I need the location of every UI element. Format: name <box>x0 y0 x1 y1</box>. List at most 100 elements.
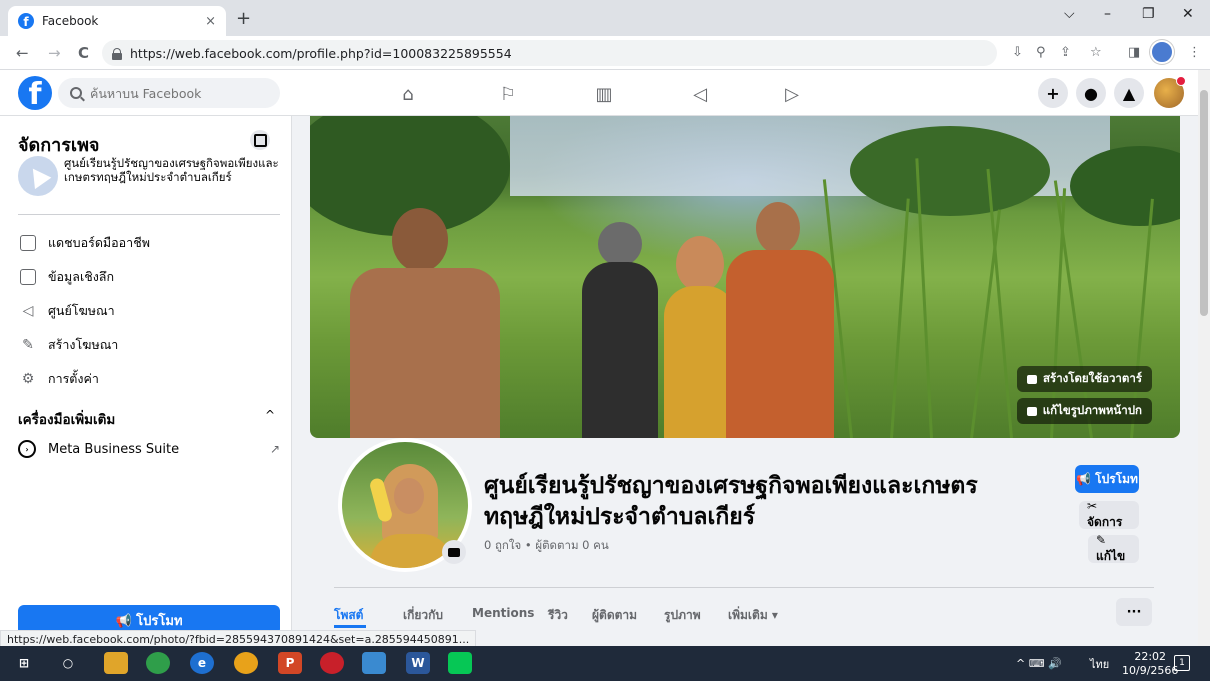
tab-about[interactable]: เกี่ยวกับ <box>403 606 443 625</box>
sidebar-item-label: ข้อมูลเชิงลึก <box>48 269 115 284</box>
facebook-search[interactable] <box>58 78 280 108</box>
corn-stalk <box>890 198 910 438</box>
person-farmer <box>330 208 510 438</box>
word-icon[interactable]: W <box>406 652 430 674</box>
tab-reviews[interactable]: รีวิว <box>548 606 568 625</box>
sidebar-item-ad-center[interactable]: ◁ ศูนย์โฆษณา <box>18 296 280 326</box>
manage-button[interactable]: ✂ จัดการ <box>1079 499 1139 529</box>
new-tab-button[interactable]: + <box>236 8 251 29</box>
search-icon[interactable]: ○ <box>56 652 80 674</box>
sidebar-item-create-ad[interactable]: ✎ สร้างโฆษณา <box>18 330 280 360</box>
video-nav-icon[interactable]: ▷ <box>780 82 804 106</box>
close-window-button[interactable]: ✕ <box>1182 6 1194 22</box>
clock-time: 22:02 <box>1134 650 1167 663</box>
file-explorer-icon[interactable] <box>104 652 128 674</box>
system-tray[interactable]: ^ ⌨ 🔊 <box>1016 646 1062 681</box>
clock[interactable]: 22:02 10/9/2566 <box>1122 650 1178 678</box>
active-tab-indicator <box>334 625 366 628</box>
edge-icon[interactable] <box>146 652 170 674</box>
chrome-profile-icon[interactable] <box>362 652 386 674</box>
browser-menu-icon[interactable]: ⋮ <box>1188 45 1201 60</box>
tab-mentions[interactable]: Mentions <box>472 606 534 620</box>
dashboard-icon <box>18 233 38 253</box>
external-link-icon: ↗ <box>269 442 280 456</box>
browser-tabstrip: f Facebook × + ⌵ – ❐ ✕ <box>0 0 1210 36</box>
browser-profile-avatar[interactable] <box>1150 40 1174 64</box>
tab-photos[interactable]: รูปภาพ <box>664 606 701 625</box>
forward-button[interactable]: → <box>48 44 61 62</box>
address-bar[interactable]: https://web.facebook.com/profile.php?id=… <box>102 40 997 66</box>
notifications-bell-icon[interactable]: ▲ <box>1114 78 1144 108</box>
notification-center-icon[interactable]: 1 <box>1174 655 1190 671</box>
search-input[interactable] <box>90 85 260 101</box>
megaphone-icon: ◁ <box>22 303 34 319</box>
page-selector[interactable]: ศูนย์เรียนรู้ปรัชญาของเศรษฐกิจพอเพียงและ… <box>18 156 280 196</box>
sidebar-item-insights[interactable]: ข้อมูลเชิงลึก <box>18 262 280 292</box>
tab-more[interactable]: เพิ่มเติม ▾ <box>728 606 778 625</box>
create-button[interactable]: + <box>1038 78 1068 108</box>
cover-tree <box>850 126 1050 216</box>
more-options-button[interactable]: ··· <box>1116 598 1152 626</box>
tab-close-icon[interactable]: × <box>205 14 216 29</box>
internet-explorer-icon[interactable]: e <box>190 652 214 674</box>
sidebar-item-settings[interactable]: ⚙ การตั้งค่า <box>18 364 280 394</box>
edit-button[interactable]: ✎ แก้ไข <box>1088 533 1139 563</box>
facebook-logo-icon[interactable]: f <box>18 76 52 110</box>
cover-photo[interactable]: สร้างโดยใช้อวาตาร์ แก้ไขรูปภาพหน้าปก <box>310 116 1180 438</box>
account-avatar[interactable] <box>1154 76 1186 108</box>
create-with-avatar-button[interactable]: สร้างโดยใช้อวาตาร์ <box>1017 366 1152 392</box>
windows-start-icon[interactable]: ⊞ <box>12 652 36 674</box>
tab-search-icon[interactable]: ⌵ <box>1064 6 1075 22</box>
manage-page-sidebar: จัดการเพจ ศูนย์เรียนรู้ปรัชญาของเศรษฐกิจ… <box>0 116 292 635</box>
powerpoint-icon[interactable]: P <box>278 652 302 674</box>
more-tools-heading: เครื่องมือเพิ่มเติม <box>18 412 116 428</box>
gear-icon: ⚙ <box>21 371 35 387</box>
line-icon[interactable] <box>448 652 472 674</box>
meta-business-suite-label: Meta Business Suite <box>48 441 180 457</box>
restore-button[interactable]: ❐ <box>1142 6 1155 22</box>
language-indicator[interactable]: ไทย <box>1090 646 1109 681</box>
reload-button[interactable]: C <box>78 44 89 62</box>
chrome-icon[interactable] <box>234 652 258 674</box>
likes-followers-count[interactable]: 0 ถูกใจ • ผู้ติดตาม 0 คน <box>484 537 609 555</box>
page-profile-icon <box>18 156 58 196</box>
media-player-icon[interactable] <box>320 652 344 674</box>
sidebar-item-dashboard[interactable]: แดชบอร์ดมืออาชีพ <box>18 228 280 258</box>
minimize-button[interactable]: – <box>1104 6 1111 22</box>
scrollbar-thumb[interactable] <box>1200 90 1208 316</box>
dashboard-nav-icon[interactable]: ▥ <box>592 82 616 106</box>
browser-tab[interactable]: f Facebook × <box>8 6 226 36</box>
corn-stalk <box>970 209 1002 438</box>
install-app-icon[interactable]: ⇩ <box>1012 45 1023 60</box>
create-with-avatar-label: สร้างโดยใช้อวาตาร์ <box>1043 371 1142 385</box>
bookmark-star-icon[interactable]: ☆ <box>1090 45 1102 60</box>
page-name: ศูนย์เรียนรู้ปรัชญาของเศรษฐกิจพอเพียงและ… <box>64 156 279 184</box>
tab-posts[interactable]: โพสต์ <box>334 606 363 625</box>
meta-business-suite-link[interactable]: › Meta Business Suite ↗ <box>18 440 280 458</box>
sidebar-item-label: แดชบอร์ดมืออาชีพ <box>48 235 150 250</box>
home-nav-icon[interactable]: ⌂ <box>396 82 420 106</box>
update-profile-picture-camera-icon[interactable] <box>442 540 466 564</box>
flag-pages-nav-icon[interactable]: ⚐ <box>496 82 520 106</box>
edit-cover-photo-button[interactable]: แก้ไขรูปภาพหน้าปก <box>1016 398 1152 424</box>
pencil-icon: ✎ <box>22 337 34 353</box>
person-hat <box>578 222 662 438</box>
side-panel-icon[interactable]: ◨ <box>1128 45 1140 60</box>
back-button[interactable]: ← <box>16 44 29 62</box>
share-icon[interactable]: ⇪ <box>1060 45 1071 60</box>
clock-date: 10/9/2566 <box>1122 664 1179 677</box>
insights-icon <box>18 267 38 287</box>
notification-badge <box>1176 76 1186 86</box>
messenger-icon[interactable]: ● <box>1076 78 1106 108</box>
tab-followers[interactable]: ผู้ติดตาม <box>592 606 637 625</box>
facebook-header: f ⌂ ⚐ ▥ ◁ ▷ + ● ▲ <box>0 70 1198 116</box>
zoom-icon[interactable]: ⚲ <box>1036 45 1046 60</box>
promote-button[interactable]: 📢 โปรโมท <box>1075 465 1139 493</box>
collapse-sidebar-icon[interactable] <box>250 130 270 150</box>
chevron-up-icon[interactable]: ^ <box>265 408 275 422</box>
page-scrollbar[interactable] <box>1198 70 1210 646</box>
page-title: ศูนย์เรียนรู้ปรัชญาของเศรษฐกิจพอเพียงและ… <box>484 473 978 530</box>
browser-toolbar: ← → C https://web.facebook.com/profile.p… <box>0 36 1210 70</box>
ads-megaphone-nav-icon[interactable]: ◁ <box>688 82 712 106</box>
divider <box>18 214 280 215</box>
